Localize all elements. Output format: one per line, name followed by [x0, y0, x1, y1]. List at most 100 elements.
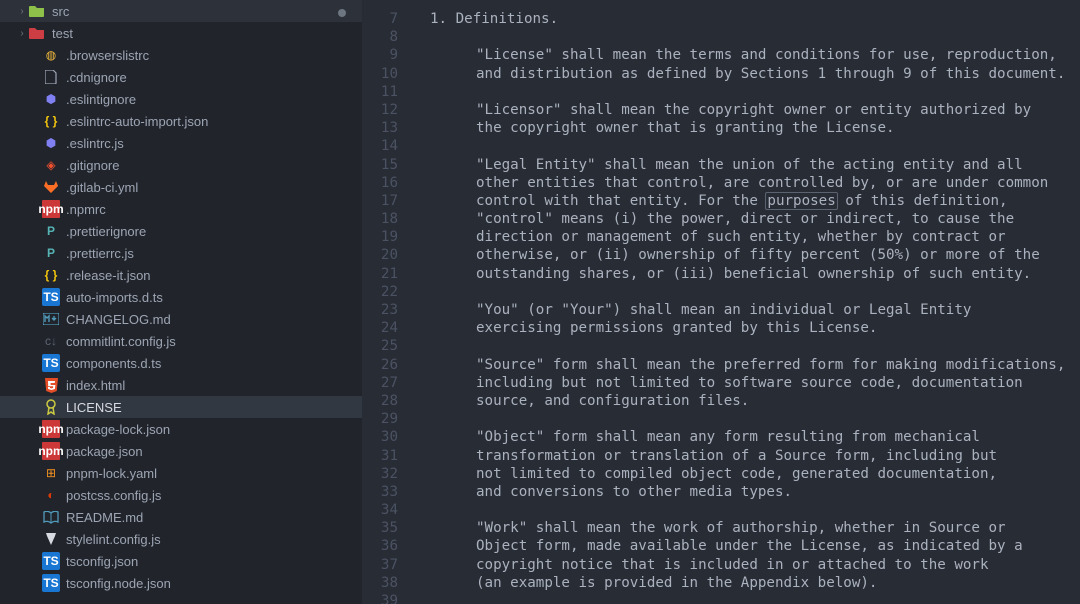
file-tree-item-label: .prettierrc.js: [66, 246, 134, 261]
file-tree-item[interactable]: CHANGELOG.md: [0, 308, 362, 330]
code-line[interactable]: source, and configuration files.: [410, 392, 1080, 410]
file-tree-item-label: README.md: [66, 510, 143, 525]
code-line[interactable]: "Object" form shall mean any form result…: [410, 428, 1080, 446]
file-tree-item[interactable]: stylelint.config.js: [0, 528, 362, 550]
file-tree-item[interactable]: ◈.gitignore: [0, 154, 362, 176]
file-tree-item[interactable]: ◐postcss.config.js: [0, 484, 362, 506]
file-tree-item-label: .gitlab-ci.yml: [66, 180, 138, 195]
file-tree-item[interactable]: ⬢.eslintrc.js: [0, 132, 362, 154]
code-line[interactable]: [410, 501, 1080, 519]
code-line[interactable]: outstanding shares, or (iii) beneficial …: [410, 265, 1080, 283]
file-tree-item-label: package-lock.json: [66, 422, 170, 437]
file-tree-item[interactable]: npm package-lock.json: [0, 418, 362, 440]
line-number: 16: [362, 174, 398, 192]
license-icon: [42, 398, 60, 416]
code-line[interactable]: "License" shall mean the terms and condi…: [410, 46, 1080, 64]
code-line[interactable]: otherwise, or (ii) ownership of fifty pe…: [410, 246, 1080, 264]
line-number: 25: [362, 337, 398, 355]
code-line[interactable]: [410, 337, 1080, 355]
line-number: 34: [362, 501, 398, 519]
code-line[interactable]: Object form, made available under the Li…: [410, 537, 1080, 555]
file-tree-item[interactable]: TScomponents.d.ts: [0, 352, 362, 374]
code-line[interactable]: "Source" form shall mean the preferred f…: [410, 356, 1080, 374]
highlighted-word: purposes: [765, 192, 837, 210]
code-line[interactable]: transformation or translation of a Sourc…: [410, 447, 1080, 465]
code-line[interactable]: [410, 137, 1080, 155]
file-tree-item[interactable]: README.md: [0, 506, 362, 528]
file-tree-item[interactable]: ⬢.eslintignore: [0, 88, 362, 110]
code-line[interactable]: and conversions to other media types.: [410, 483, 1080, 501]
file-tree-item[interactable]: npm.npmrc: [0, 198, 362, 220]
file-tree-item-label: auto-imports.d.ts: [66, 290, 163, 305]
file-tree-item[interactable]: LICENSE: [0, 396, 362, 418]
file-tree-item[interactable]: TS auto-imports.d.ts: [0, 286, 362, 308]
line-number: 19: [362, 228, 398, 246]
file-tree-item[interactable]: TStsconfig.node.json: [0, 572, 362, 594]
code-line[interactable]: "Work" shall mean the work of authorship…: [410, 519, 1080, 537]
code-line[interactable]: "control" means (i) the power, direct or…: [410, 210, 1080, 228]
line-number-gutter: 7891011121314151617181920212223242526272…: [362, 0, 410, 604]
code-line[interactable]: other entities that control, are control…: [410, 174, 1080, 192]
code-line[interactable]: exercising permissions granted by this L…: [410, 319, 1080, 337]
editor-pane[interactable]: 7891011121314151617181920212223242526272…: [362, 0, 1080, 604]
code-line[interactable]: direction or management of such entity, …: [410, 228, 1080, 246]
file-explorer[interactable]: ›src›test◍.browserslistrc .cdnignore ⬢.esl…: [0, 0, 362, 604]
line-number: 14: [362, 137, 398, 155]
line-number: 27: [362, 374, 398, 392]
gitlab-icon: [42, 178, 60, 196]
file-tree-item-label: .cdnignore: [66, 70, 127, 85]
file-tree-item[interactable]: TStsconfig.json: [0, 550, 362, 572]
ts-icon: TS: [42, 552, 60, 570]
line-number: 21: [362, 265, 398, 283]
stylelint-icon: [42, 530, 60, 548]
file-tree-item-label: index.html: [66, 378, 125, 393]
chevron-right-icon[interactable]: ›: [16, 6, 28, 17]
line-number: 15: [362, 156, 398, 174]
code-line[interactable]: including but not limited to software so…: [410, 374, 1080, 392]
eslint-icon: ⬢: [42, 134, 60, 152]
file-tree-item[interactable]: ›src: [0, 0, 362, 22]
file-tree-item-label: commitlint.config.js: [66, 334, 176, 349]
chevron-right-icon[interactable]: ›: [16, 28, 28, 39]
prettier-icon: P: [42, 244, 60, 262]
code-line[interactable]: and distribution as defined by Sections …: [410, 65, 1080, 83]
line-number: 35: [362, 519, 398, 537]
file-tree-item[interactable]: .gitlab-ci.yml: [0, 176, 362, 198]
file-tree-item[interactable]: c↓commitlint.config.js: [0, 330, 362, 352]
code-line[interactable]: [410, 592, 1080, 604]
code-line[interactable]: 1. Definitions.: [410, 10, 1080, 28]
code-line[interactable]: (an example is provided in the Appendix …: [410, 574, 1080, 592]
code-line[interactable]: [410, 410, 1080, 428]
code-line[interactable]: [410, 28, 1080, 46]
code-line[interactable]: "Legal Entity" shall mean the union of t…: [410, 156, 1080, 174]
code-line[interactable]: not limited to compiled object code, gen…: [410, 465, 1080, 483]
ts-icon: TS: [42, 288, 60, 306]
line-number: 30: [362, 428, 398, 446]
file-tree-item-label: .gitignore: [66, 158, 119, 173]
code-line[interactable]: "You" (or "Your") shall mean an individu…: [410, 301, 1080, 319]
code-line[interactable]: [410, 83, 1080, 101]
file-tree-item[interactable]: { }.eslintrc-auto-import.json: [0, 110, 362, 132]
line-number: 22: [362, 283, 398, 301]
file-tree-item[interactable]: ⊞pnpm-lock.yaml: [0, 462, 362, 484]
file-tree-item[interactable]: P .prettierrc.js: [0, 242, 362, 264]
html-icon: [42, 376, 60, 394]
code-line[interactable]: control with that entity. For the purpos…: [410, 192, 1080, 210]
line-number: 38: [362, 574, 398, 592]
file-tree-item[interactable]: index.html: [0, 374, 362, 396]
code-line[interactable]: "Licensor" shall mean the copyright owne…: [410, 101, 1080, 119]
npm-icon: npm: [42, 420, 60, 438]
file-tree-item[interactable]: ›test: [0, 22, 362, 44]
file-tree-item-label: .npmrc: [66, 202, 106, 217]
code-line[interactable]: the copyright owner that is granting the…: [410, 119, 1080, 137]
code-area[interactable]: 1. Definitions. "License" shall mean the …: [410, 0, 1080, 604]
code-line[interactable]: copyright notice that is included in or …: [410, 556, 1080, 574]
file-tree-item[interactable]: .cdnignore: [0, 66, 362, 88]
file-tree-item[interactable]: ◍.browserslistrc: [0, 44, 362, 66]
file-tree-item[interactable]: P.prettierignore: [0, 220, 362, 242]
file-tree-item[interactable]: npmpackage.json: [0, 440, 362, 462]
code-line[interactable]: [410, 283, 1080, 301]
file-tree-item[interactable]: { }.release-it.json: [0, 264, 362, 286]
line-number: 36: [362, 537, 398, 555]
file-tree-item-label: tsconfig.node.json: [66, 576, 171, 591]
